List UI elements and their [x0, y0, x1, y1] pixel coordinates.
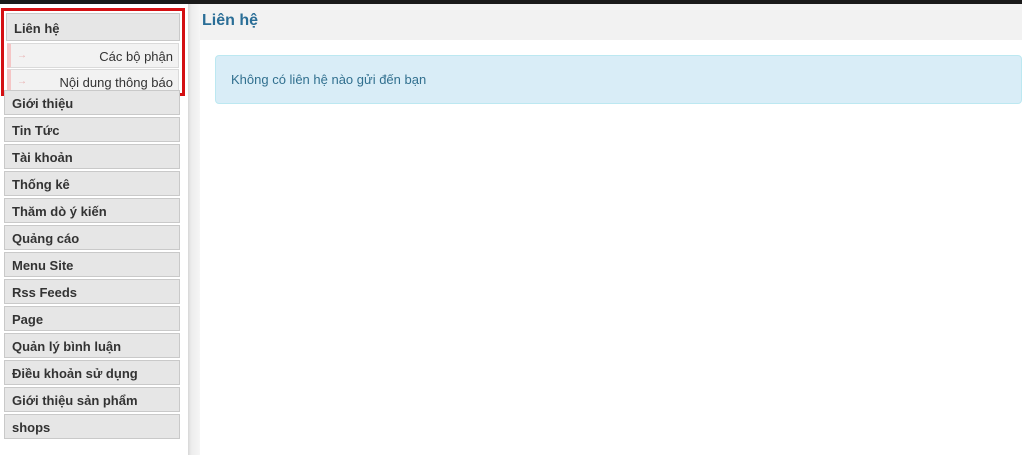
sidebar-item-label: Thăm dò ý kiến: [12, 204, 107, 219]
sidebar-subitem-label: Nội dung thông báo: [59, 75, 173, 90]
page-title: Liên hệ: [202, 12, 259, 29]
sidebar-item-label: Giới thiệu sản phẩm: [12, 393, 138, 408]
sidebar-item-label: Giới thiệu: [12, 96, 74, 111]
arrow-right-icon: →: [17, 50, 27, 61]
sidebar-item-label: Thống kê: [12, 177, 70, 192]
info-alert: Không có liên hệ nào gửi đến bạn: [215, 55, 1022, 104]
sidebar-item-menu-site[interactable]: Menu Site: [4, 252, 180, 277]
sidebar-item-quang-cao[interactable]: Quảng cáo: [4, 225, 180, 250]
sidebar-item-label: Tin Tức: [12, 123, 60, 138]
sidebar-item-tin-tuc[interactable]: Tin Tức: [4, 117, 180, 142]
sidebar-item-rss-feeds[interactable]: Rss Feeds: [4, 279, 180, 304]
arrow-right-icon: →: [17, 76, 27, 87]
sidebar-item-label: shops: [12, 420, 51, 435]
sidebar: Liên hệ → Các bộ phận → Nội dung thông b…: [0, 4, 188, 455]
sidebar-item-label: Page: [12, 312, 44, 327]
sidebar-item-page[interactable]: Page: [4, 306, 180, 331]
sidebar-item-gioi-thieu[interactable]: Giới thiệu: [4, 90, 180, 115]
info-alert-message: Không có liên hệ nào gửi đến bạn: [231, 72, 427, 87]
sidebar-item-label: Menu Site: [12, 258, 74, 273]
sidebar-item-label: Quản lý bình luận: [12, 339, 122, 354]
sidebar-item-thong-ke[interactable]: Thống kê: [4, 171, 180, 196]
sidebar-item-tham-do-y-kien[interactable]: Thăm dò ý kiến: [4, 198, 180, 223]
sidebar-item-label: Quảng cáo: [12, 231, 80, 246]
page-header: Liên hệ: [200, 4, 1022, 40]
sidebar-item-quan-ly-binh-luan[interactable]: Quản lý bình luận: [4, 333, 180, 358]
sidebar-item-label: Điều khoản sử dụng: [12, 366, 138, 381]
sidebar-subitem-cac-bo-phan[interactable]: → Các bộ phận: [7, 43, 179, 68]
sidebar-item-shops[interactable]: shops: [4, 414, 180, 439]
sidebar-item-label: Liên hệ: [14, 21, 60, 36]
sidebar-item-label: Rss Feeds: [12, 285, 78, 300]
sidebar-item-label: Tài khoản: [12, 150, 73, 165]
sidebar-item-dieu-khoan-su-dung[interactable]: Điều khoản sử dụng: [4, 360, 180, 385]
sidebar-subitem-label: Các bộ phận: [99, 49, 173, 64]
sidebar-divider: [188, 4, 200, 455]
sidebar-item-gioi-thieu-san-pham[interactable]: Giới thiệu sản phẩm: [4, 387, 180, 412]
sidebar-group-lien-he: Liên hệ → Các bộ phận → Nội dung thông b…: [1, 8, 185, 96]
sidebar-item-tai-khoan[interactable]: Tài khoản: [4, 144, 180, 169]
sidebar-item-lien-he[interactable]: Liên hệ: [6, 13, 180, 41]
